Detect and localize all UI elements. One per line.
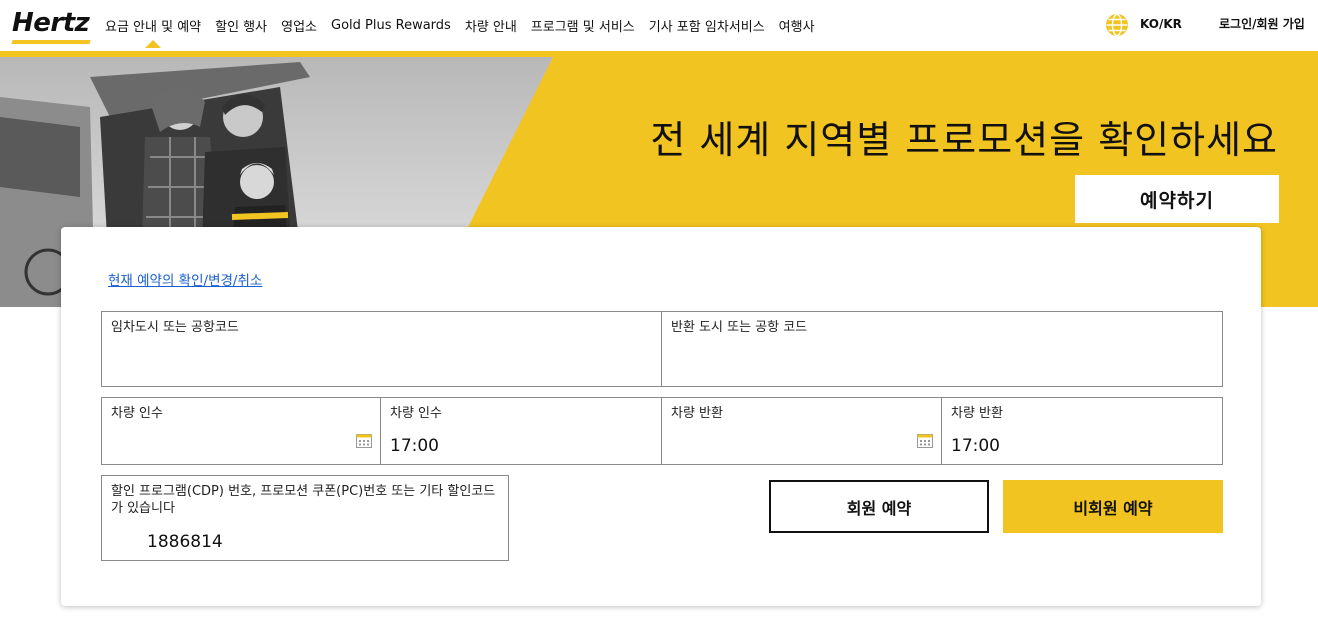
return-location-field[interactable]: 반환 도시 또는 공항 코드 — [661, 311, 1223, 387]
member-booking-button[interactable]: 회원 예약 — [769, 480, 989, 533]
return-time-field[interactable]: 차량 반환 17:00 — [941, 397, 1223, 465]
login-signup-link[interactable]: 로그인/회원 가입 — [1219, 15, 1305, 32]
pickup-location-label: 임차도시 또는 공항코드 — [111, 320, 239, 335]
pickup-time-field[interactable]: 차량 인수 17:00 — [380, 397, 662, 465]
manage-reservation-link[interactable]: 현재 예약의 확인/변경/취소 — [108, 269, 262, 289]
nav-item-vehicles[interactable]: 차량 안내 — [465, 16, 517, 35]
pickup-date-field[interactable]: 차량 인수 — [101, 397, 381, 465]
nav-item-travel-agents[interactable]: 여행사 — [779, 16, 815, 35]
book-now-button[interactable]: 예약하기 — [1075, 175, 1279, 223]
nav-item-rates-booking[interactable]: 요금 안내 및 예약 — [105, 16, 201, 48]
discount-code-value: 1886814 — [147, 532, 223, 552]
nav-item-locations[interactable]: 영업소 — [281, 16, 317, 35]
hertz-logo[interactable]: Hertz — [11, 8, 91, 44]
discount-code-field[interactable]: 할인 프로그램(CDP) 번호, 프로모션 쿠폰(PC)번호 또는 기타 할인코… — [101, 475, 509, 561]
return-time-label: 차량 반환 — [951, 406, 1003, 421]
nav-item-programs[interactable]: 프로그램 및 서비스 — [531, 16, 635, 35]
nav-item-chauffeur[interactable]: 기사 포함 임차서비스 — [649, 16, 765, 35]
nav-item-gold-plus[interactable]: Gold Plus Rewards — [331, 18, 451, 33]
return-location-label: 반환 도시 또는 공항 코드 — [671, 320, 808, 335]
top-header: Hertz 요금 안내 및 예약 할인 행사 영업소 Gold Plus Rew… — [0, 0, 1318, 51]
guest-booking-button[interactable]: 비회원 예약 — [1003, 480, 1223, 533]
globe-icon[interactable] — [1105, 13, 1129, 37]
language-selector[interactable]: KO/KR — [1140, 17, 1182, 31]
return-date-field[interactable]: 차량 반환 — [661, 397, 942, 465]
calendar-icon[interactable] — [917, 434, 933, 448]
pickup-time-value: 17:00 — [390, 436, 439, 456]
nav-item-deals[interactable]: 할인 행사 — [215, 16, 267, 35]
booking-form-card: 현재 예약의 확인/변경/취소 임차도시 또는 공항코드 반환 도시 또는 공항… — [61, 227, 1261, 606]
main-nav: 요금 안내 및 예약 할인 행사 영업소 Gold Plus Rewards 차… — [105, 0, 829, 51]
return-date-label: 차량 반환 — [671, 406, 723, 421]
return-time-value: 17:00 — [951, 436, 1000, 456]
logo-underline — [11, 40, 91, 44]
pickup-date-label: 차량 인수 — [111, 406, 163, 421]
calendar-icon[interactable] — [356, 434, 372, 448]
hero-title: 전 세계 지역별 프로모션을 확인하세요 — [650, 118, 1278, 162]
pickup-location-field[interactable]: 임차도시 또는 공항코드 — [101, 311, 662, 387]
pickup-time-label: 차량 인수 — [390, 406, 442, 421]
discount-code-label: 할인 프로그램(CDP) 번호, 프로모션 쿠폰(PC)번호 또는 기타 할인코… — [111, 484, 496, 516]
logo-text: Hertz — [12, 8, 90, 38]
